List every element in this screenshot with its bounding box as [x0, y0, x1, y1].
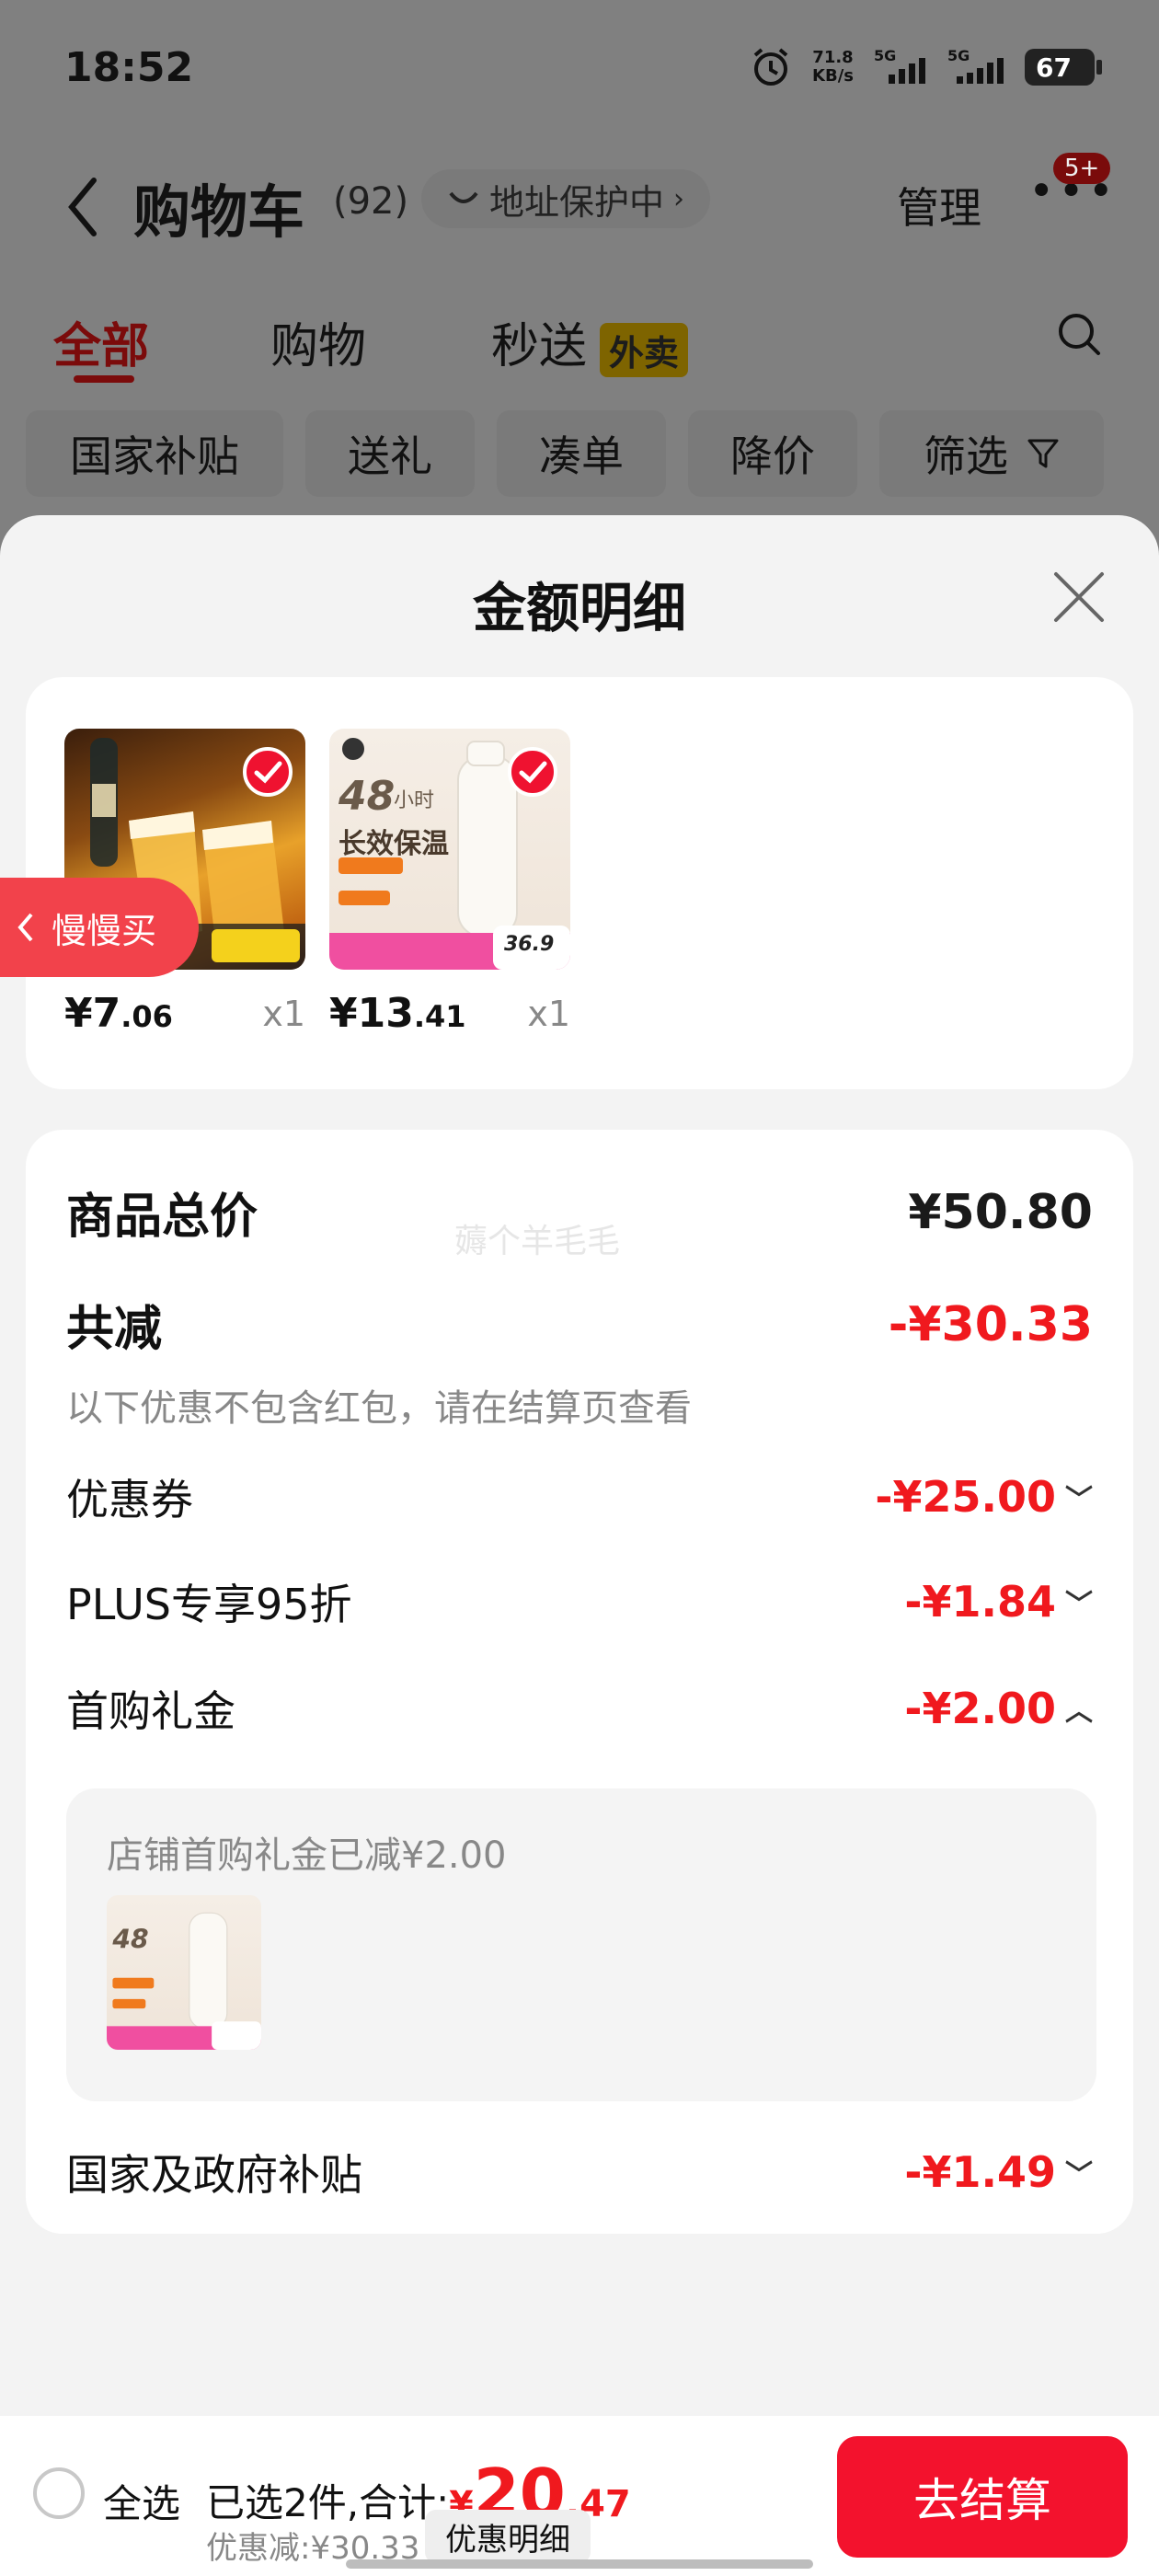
discount-row-subsidy[interactable]: 国家及政府补贴 -¥1.49 ﹀: [66, 2142, 1093, 2202]
smile-icon: [449, 191, 478, 203]
chip-filter-label: 筛选: [924, 431, 1008, 481]
chip-bundle[interactable]: 凑单: [497, 410, 666, 497]
discount-detail-button[interactable]: 优惠明细: [425, 2510, 591, 2563]
total-reduce-label: 共减: [66, 1302, 163, 1357]
first-purchase-detail-text: 店铺首购礼金已减¥2.00: [107, 1834, 507, 1877]
tab-all[interactable]: 全部: [53, 307, 149, 376]
discount-value: -¥1.49: [904, 2147, 1056, 2197]
price-int: ¥7: [64, 990, 121, 1037]
amount-detail-sheet: 金额明细 ¥7.06 x1 48 小时 长效保温 36.9 ¥13.41 x1 …: [0, 515, 1159, 2576]
address-protection-button[interactable]: 地址保护中 ›: [421, 169, 711, 228]
back-arrow-icon[interactable]: [64, 175, 101, 239]
discount-label: PLUS专享95折: [66, 1580, 352, 1629]
address-protection-label: 地址保护中: [489, 181, 665, 223]
reduce-note: 以下优惠不包含红包，请在结算页查看: [66, 1387, 692, 1430]
filter-chips: 国家补贴 送礼 凑单 降价 筛选: [26, 410, 1104, 497]
net-speed-unit: KB/s: [812, 66, 854, 86]
manage-button[interactable]: 管理: [897, 175, 981, 236]
discount-label: 国家及政府补贴: [66, 2150, 362, 2200]
thermos-hours: 48: [339, 773, 396, 820]
signal-icon: 5G: [874, 47, 927, 84]
chevron-right-icon: ›: [673, 182, 685, 215]
discount-value: -¥25.00: [875, 1472, 1056, 1522]
tab-instant-label: 秒送: [491, 319, 588, 374]
alarm-icon: [753, 48, 788, 86]
status-icons: 71.8 KB/s 5G 5G 67: [750, 46, 1102, 88]
discount-value: -¥2.00: [904, 1684, 1056, 1733]
discount-row-first-purchase[interactable]: 首购礼金 -¥2.00 ︿: [66, 1678, 1093, 1739]
tab-instant[interactable]: 秒送 外卖: [491, 307, 689, 377]
selected-check-icon: [508, 747, 557, 797]
tab-shopping[interactable]: 购物: [270, 307, 366, 376]
signal-label: 5G: [947, 47, 970, 64]
checkout-button[interactable]: 去结算: [837, 2436, 1128, 2558]
battery-icon: 67: [1025, 49, 1102, 86]
net-speed: 71.8 KB/s: [812, 49, 854, 86]
signal-label: 5G: [874, 47, 897, 64]
slow-buy-button[interactable]: 慢慢买: [0, 878, 199, 977]
cart-count: (92): [333, 180, 409, 223]
product-item[interactable]: 48 小时 长效保温 36.9 ¥13.41 x1: [329, 729, 570, 1037]
total-price-value: ¥50.80: [908, 1184, 1093, 1240]
total-price-label: 商品总价: [66, 1190, 258, 1245]
chevron-down-icon: ﹀: [1065, 1484, 1093, 1516]
signal-icon: 5G: [947, 47, 1004, 84]
price-dec: .41: [413, 999, 466, 1034]
discount-value: -¥1.84: [904, 1577, 1056, 1627]
page-title: 购物车: [133, 178, 305, 246]
total-reduce-row: 共减 -¥30.33: [66, 1290, 1093, 1359]
product-price: ¥7.06: [64, 990, 173, 1037]
watermark-text: 薅个羊毛毛: [454, 1223, 621, 1260]
chevron-down-icon: ﹀: [1065, 2159, 1093, 2191]
close-icon[interactable]: [1050, 569, 1107, 626]
chevron-down-icon: ﹀: [1065, 1589, 1093, 1621]
selected-check-icon: [243, 747, 293, 797]
price-dec: .06: [120, 999, 173, 1034]
chip-price-drop[interactable]: 降价: [688, 410, 857, 497]
chevron-left-icon: [17, 913, 33, 942]
takeout-tag: 外卖: [600, 322, 689, 377]
thermos-product-image: 48 小时 长效保温 36.9: [329, 729, 570, 970]
home-indicator[interactable]: [346, 2559, 813, 2569]
chip-national-subsidy[interactable]: 国家补贴: [26, 410, 283, 497]
sheet-title: 金额明细: [472, 577, 686, 639]
product-qty: x1: [262, 994, 305, 1034]
selected-products-card: ¥7.06 x1 48 小时 长效保温 36.9 ¥13.41 x1: [26, 677, 1133, 1089]
selected-count-label: 已选2件,合计:: [206, 2480, 450, 2525]
svg-text:48: 48: [111, 1925, 148, 1955]
product-qty: x1: [527, 994, 570, 1034]
status-bar: 18:52 71.8 KB/s 5G 5G 67: [0, 0, 1159, 138]
filter-icon: [1027, 439, 1059, 468]
thermos-promo-price: 36.9: [504, 933, 555, 956]
product-price: ¥13.41: [329, 990, 466, 1037]
cart-header: 购物车 (92) 地址保护中 › 管理 ••• 5+: [0, 147, 1159, 258]
discount-row-plus[interactable]: PLUS专享95折 -¥1.84 ﹀: [66, 1571, 1093, 1632]
discount-label: 首购礼金: [66, 1686, 235, 1736]
thermos-product-image: 48: [107, 1895, 261, 2050]
tab-active-indicator: [74, 375, 134, 383]
discount-label: 优惠券: [66, 1475, 193, 1524]
chip-gift[interactable]: 送礼: [305, 410, 475, 497]
status-time: 18:52: [64, 44, 194, 91]
chip-filter[interactable]: 筛选: [879, 410, 1104, 497]
first-purchase-detail: 店铺首购礼金已减¥2.00 48: [66, 1788, 1096, 2101]
tab-bar: 全部 购物 秒送 外卖: [0, 294, 1159, 386]
search-icon[interactable]: [1056, 311, 1102, 357]
select-all-label[interactable]: 全选: [103, 2473, 180, 2529]
slow-buy-label: 慢慢买: [52, 910, 157, 951]
price-int: ¥13: [329, 990, 414, 1037]
price-breakdown-card: 商品总价 ¥50.80 薅个羊毛毛 共减 -¥30.33 以下优惠不包含红包，请…: [26, 1130, 1133, 2234]
select-all-checkbox[interactable]: [33, 2467, 85, 2519]
total-reduce-value: -¥30.33: [888, 1296, 1093, 1352]
battery-level: 67: [1036, 52, 1072, 83]
notification-badge: 5+: [1053, 153, 1111, 184]
checkout-bar: 全选 已选2件,合计: ¥ 20 .47 优惠减:¥30.33 优惠明细 去结算: [0, 2416, 1159, 2576]
chevron-up-icon: ︿: [1065, 1696, 1093, 1728]
discount-row-coupon[interactable]: 优惠券 -¥25.00 ﹀: [66, 1466, 1093, 1527]
thermos-title: 长效保温: [339, 828, 449, 860]
net-speed-value: 71.8: [812, 48, 854, 67]
thermos-hours-unit: 小时: [394, 789, 435, 812]
